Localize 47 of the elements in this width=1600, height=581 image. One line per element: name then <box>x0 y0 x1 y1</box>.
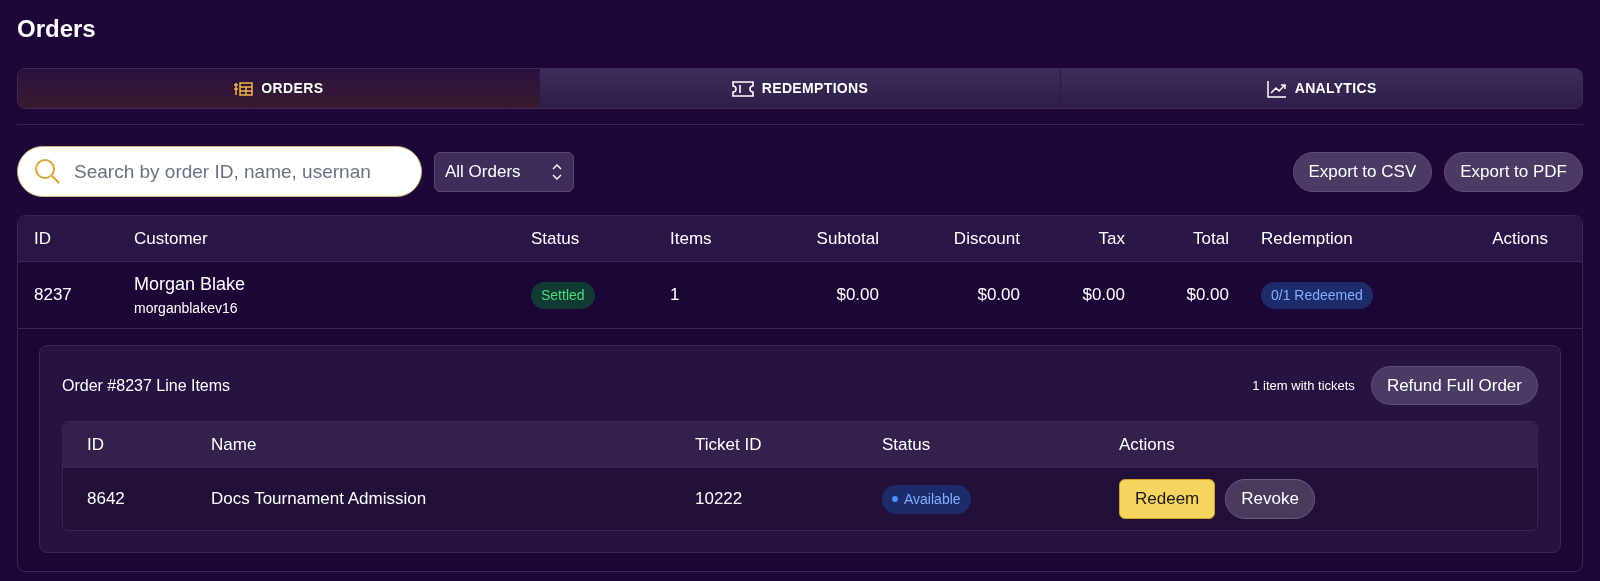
table-cell-text: $0.00 <box>976 284 1020 307</box>
column-header: Tax <box>1097 227 1125 250</box>
receipt-icon <box>233 80 254 97</box>
table-cell-text: 1 <box>670 284 681 307</box>
column-header: ID <box>87 433 105 456</box>
table-cell-text: $0.00 <box>1185 284 1229 307</box>
action-button[interactable]: Redeem <box>1119 479 1216 519</box>
column-header: Status <box>531 227 581 250</box>
column-header: Name <box>211 433 258 456</box>
search-icon <box>33 157 61 185</box>
column-header: Customer <box>134 227 209 250</box>
redemption-badge: 0/1 Redeemed <box>1261 281 1373 309</box>
table-cell-text: 8237 <box>34 284 73 307</box>
tab[interactable]: REDEMPTIONS <box>538 69 1061 108</box>
column-header: ID <box>34 227 52 250</box>
column-header: Discount <box>952 227 1020 250</box>
page-title: Orders <box>17 14 96 44</box>
ticket-icon <box>731 80 754 97</box>
table-cell-text: $0.00 <box>1081 284 1125 307</box>
status-badge: Available <box>882 484 971 514</box>
column-header: Actions <box>1119 433 1176 456</box>
panel-title: Order #8237 Line Items <box>62 375 231 396</box>
action-button[interactable]: Revoke <box>1225 479 1315 519</box>
column-header: Total <box>1192 227 1229 250</box>
table-cell-text: Docs Tournament Admission <box>211 488 428 511</box>
chart-icon <box>1266 79 1287 98</box>
column-header: Status <box>882 433 932 456</box>
status-badge: Settled <box>531 281 595 309</box>
order-filter-select[interactable]: All Orders <box>434 151 574 192</box>
table-cell-text: $0.00 <box>835 284 879 307</box>
table-cell-text: 10222 <box>695 488 744 511</box>
tab[interactable]: ORDERS <box>18 69 539 108</box>
column-header: Redemption <box>1260 227 1354 250</box>
column-header: Actions <box>1492 227 1548 250</box>
refund-button[interactable]: Refund Full Order <box>1370 366 1538 405</box>
chevron-updown-icon <box>551 162 563 181</box>
column-header: Ticket ID <box>695 433 763 456</box>
export-button[interactable]: Export to PDF <box>1444 151 1583 192</box>
customer-name: Morgan Blake <box>134 273 246 296</box>
table-cell-text: 8642 <box>87 488 126 511</box>
ticket-summary: 1 item with tickets <box>1252 376 1355 395</box>
export-button[interactable]: Export to CSV <box>1292 151 1433 192</box>
customer-username: morganblakev16 <box>134 299 238 318</box>
column-header: Items <box>670 227 713 250</box>
tab[interactable]: ANALYTICS <box>1060 69 1582 108</box>
search-field[interactable]: Search by order ID, name, usernan <box>17 146 422 197</box>
column-header: Subtotal <box>815 227 879 250</box>
